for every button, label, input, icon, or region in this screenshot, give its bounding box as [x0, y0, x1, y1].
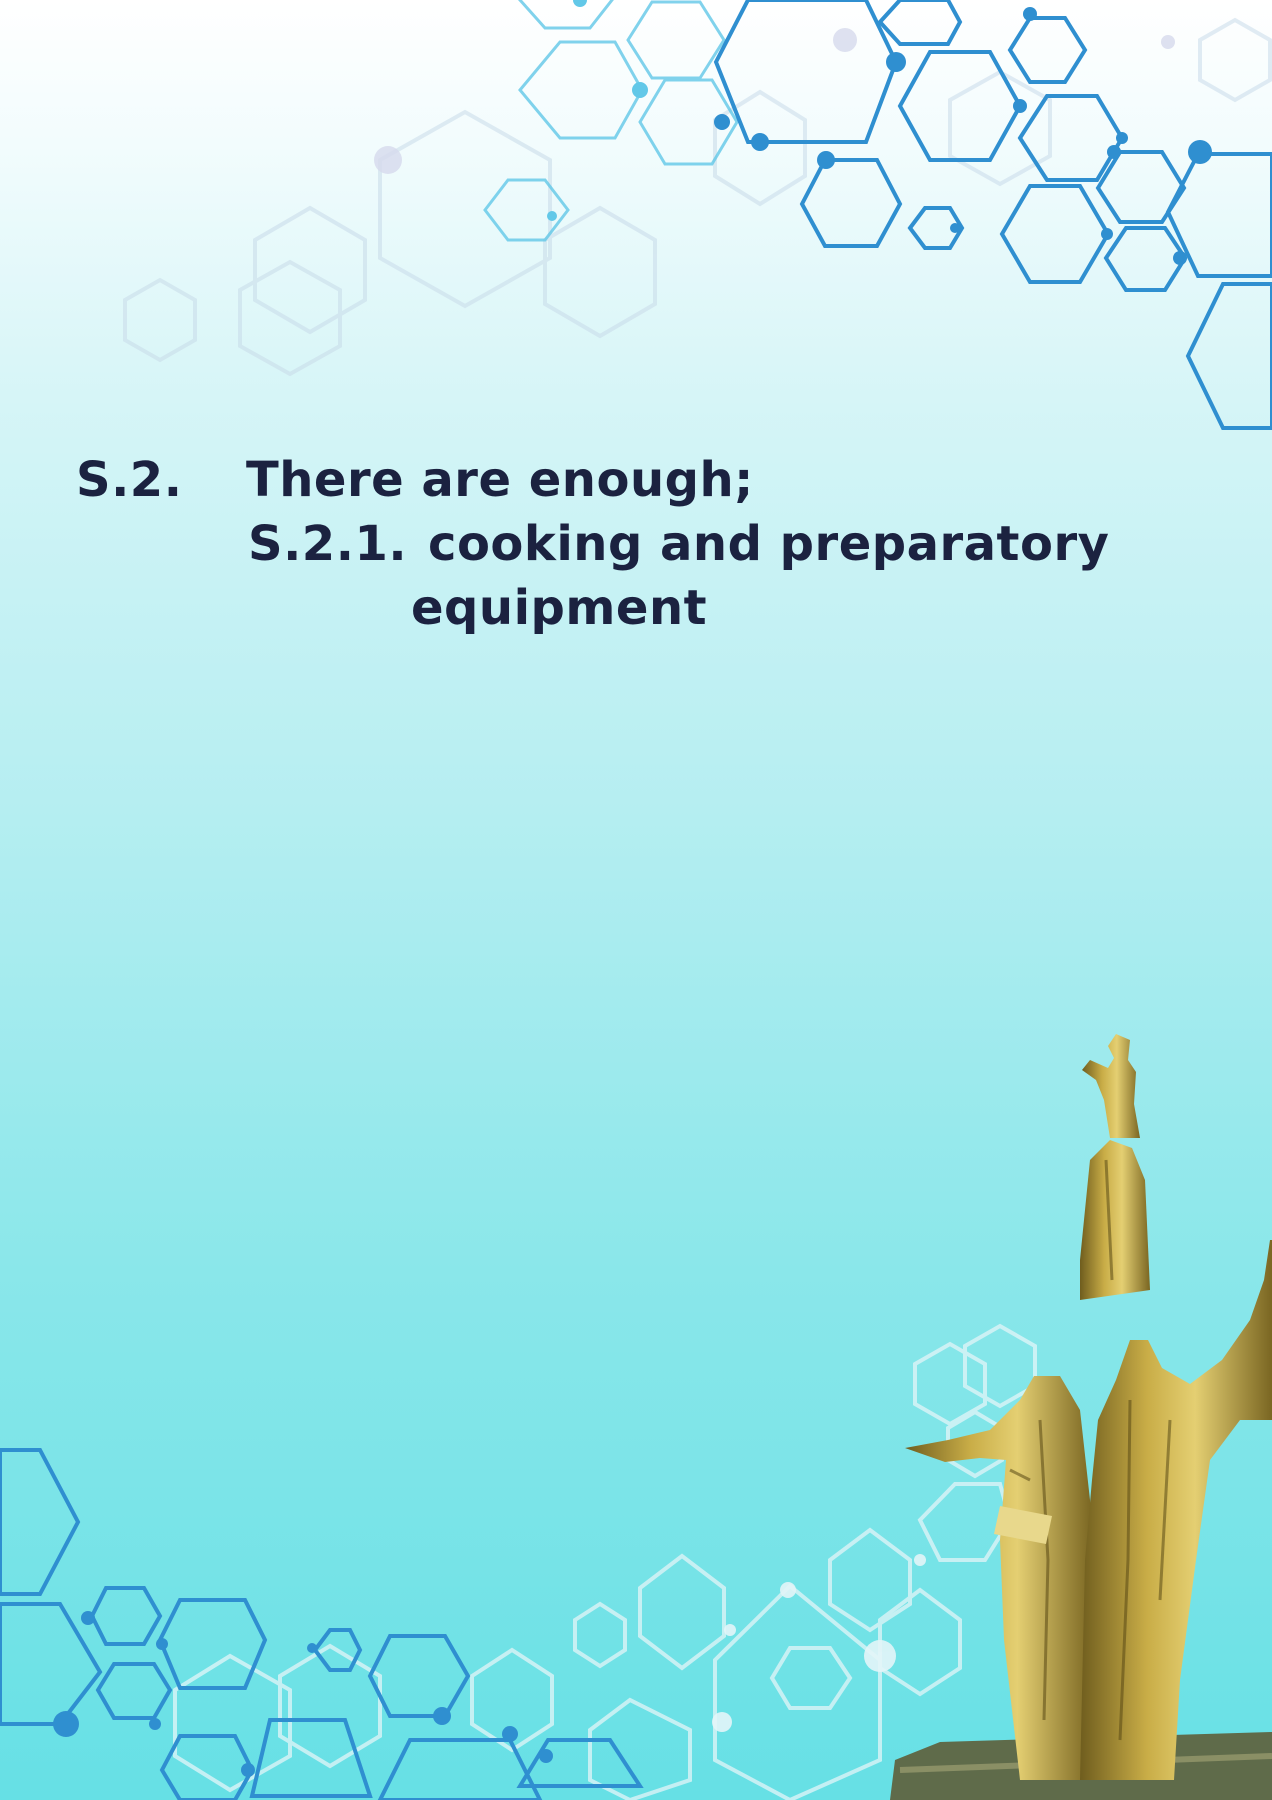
hexagon-network-top-right [123, 0, 1272, 430]
hexagon-network-bottom [0, 1323, 1037, 1800]
subsection-number: S.2.1. [248, 516, 408, 572]
section-number: S.2. [76, 452, 183, 508]
monument-statue [890, 1034, 1272, 1800]
background-decoration [0, 0, 1272, 1800]
section-text: There are enough; [246, 452, 754, 508]
subsection-text-line-1: cooking and preparatory [428, 516, 1110, 572]
subsection-text-line-2: equipment [411, 580, 708, 636]
document-page: S.2. There are enough; S.2.1. cooking an… [0, 0, 1272, 1800]
